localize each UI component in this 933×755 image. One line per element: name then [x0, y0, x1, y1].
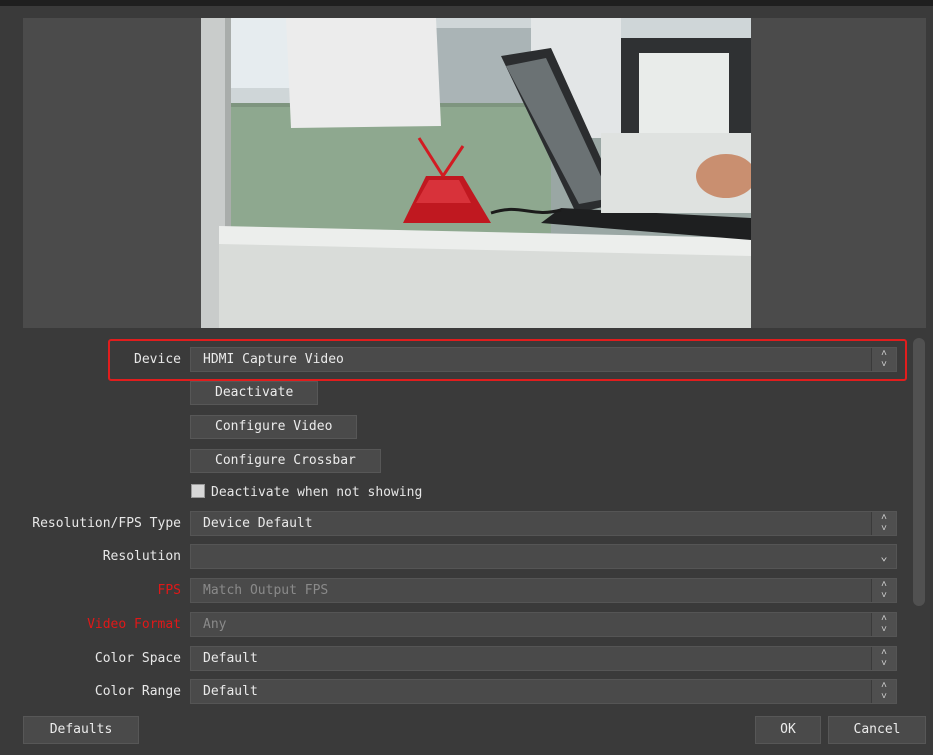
color-range-spinner-icon[interactable]: ˄ ˅: [871, 680, 896, 703]
ok-button[interactable]: OK: [755, 716, 821, 744]
checkbox-box-icon[interactable]: [191, 484, 205, 498]
resolution-label: Resolution: [102, 549, 181, 564]
device-combobox[interactable]: HDMI Capture Video ˄ ˅: [190, 347, 897, 372]
color-space-combobox[interactable]: Default ˄ ˅: [190, 646, 897, 671]
color-space-value: Default: [203, 651, 258, 666]
fps-spinner-icon[interactable]: ˄ ˅: [871, 579, 896, 602]
fps-value: Match Output FPS: [203, 583, 329, 598]
window-top-edge: [0, 0, 933, 6]
video-format-spinner-icon[interactable]: ˄ ˅: [871, 613, 896, 636]
color-space-spinner-icon[interactable]: ˄ ˅: [871, 647, 896, 670]
configure-video-button[interactable]: Configure Video: [190, 415, 358, 439]
chevron-down-icon[interactable]: ⌄: [872, 545, 896, 568]
res-fps-type-label: Resolution/FPS Type: [32, 516, 181, 531]
video-format-label: Video Format: [87, 617, 181, 632]
defaults-button[interactable]: Defaults: [23, 716, 139, 744]
device-spinner-icon[interactable]: ˄ ˅: [871, 348, 896, 371]
device-label: Device: [134, 352, 181, 367]
cancel-button[interactable]: Cancel: [828, 716, 926, 744]
res-fps-type-spinner-icon[interactable]: ˄ ˅: [871, 512, 896, 535]
color-range-label: Color Range: [94, 684, 181, 699]
configure-crossbar-button[interactable]: Configure Crossbar: [190, 449, 381, 473]
device-value: HDMI Capture Video: [203, 352, 344, 367]
res-fps-type-combobox[interactable]: Device Default ˄ ˅: [190, 511, 897, 536]
video-format-combobox[interactable]: Any ˄ ˅: [190, 612, 897, 637]
deactivate-button[interactable]: Deactivate: [190, 381, 319, 405]
resolution-combobox[interactable]: ⌄: [190, 544, 897, 569]
res-fps-type-value: Device Default: [203, 516, 313, 531]
fps-combobox[interactable]: Match Output FPS ˄ ˅: [190, 578, 897, 603]
properties-scrollbar[interactable]: [913, 338, 925, 606]
color-space-label: Color Space: [94, 651, 181, 666]
fps-label: FPS: [157, 583, 181, 598]
video-format-value: Any: [203, 617, 227, 632]
video-preview-area: [23, 18, 926, 328]
video-preview: [201, 18, 751, 328]
deactivate-when-not-showing-label: Deactivate when not showing: [211, 485, 423, 500]
deactivate-when-not-showing-checkbox[interactable]: Deactivate when not showing: [191, 484, 422, 502]
color-range-combobox[interactable]: Default ˄ ˅: [190, 679, 897, 704]
color-range-value: Default: [203, 684, 258, 699]
